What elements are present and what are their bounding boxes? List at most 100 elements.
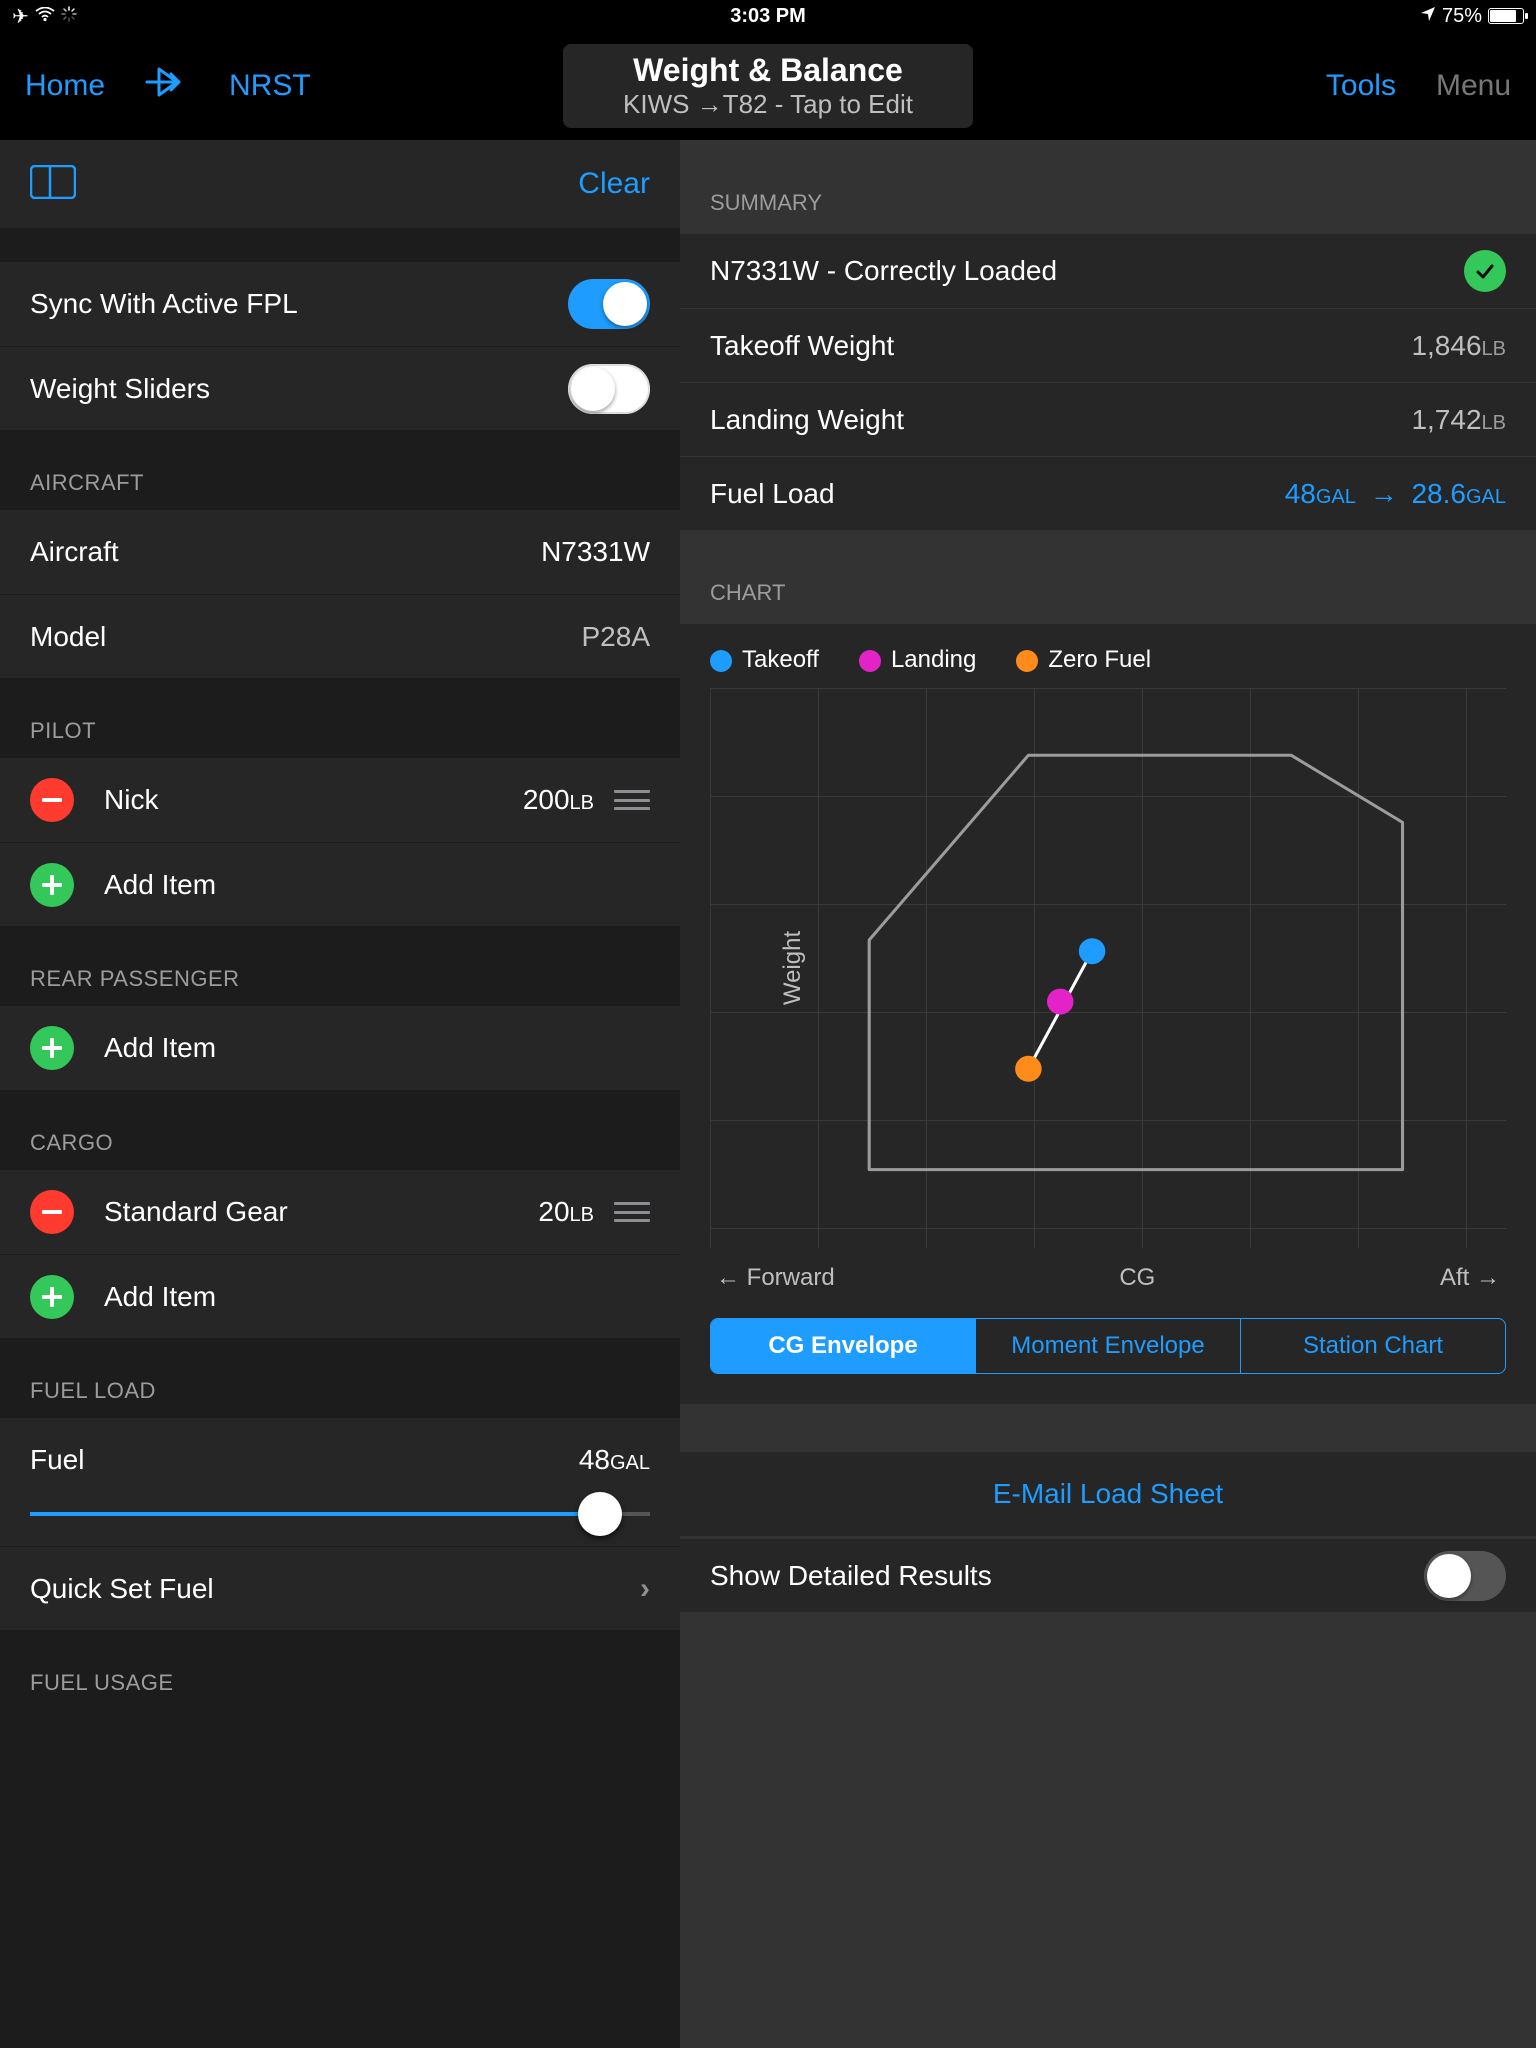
page-subtitle: KIWS →T82 - Tap to Edit	[623, 89, 913, 120]
pilot-row[interactable]: Nick 200LB	[0, 758, 680, 842]
home-button[interactable]: Home	[25, 69, 105, 103]
add-pilot-label: Add Item	[104, 869, 650, 901]
nrst-button[interactable]: NRST	[229, 69, 311, 103]
direct-to-button[interactable]	[145, 67, 189, 105]
takeoff-dot-icon	[710, 650, 732, 672]
right-pane: SUMMARY N7331W - Correctly Loaded Takeof…	[680, 140, 1536, 2048]
model-value: P28A	[582, 621, 651, 653]
fuel-load-header: FUEL LOAD	[0, 1338, 680, 1418]
chart-legend: Takeoff Landing Zero Fuel	[710, 646, 1506, 674]
fuel-slider[interactable]	[0, 1502, 680, 1546]
loading-spinner-icon	[61, 5, 77, 28]
battery-icon	[1488, 8, 1524, 24]
aircraft-value: N7331W	[541, 536, 650, 568]
status-time: 3:03 PM	[212, 5, 1324, 28]
nav-bar: Home NRST Weight & Balance KIWS →T82 - T…	[0, 32, 1536, 140]
chevron-right-icon: ›	[640, 1572, 650, 1606]
pilot-header: PILOT	[0, 678, 680, 758]
status-row: N7331W - Correctly Loaded	[680, 234, 1536, 308]
add-cargo-button[interactable]	[30, 1275, 74, 1319]
page-title: Weight & Balance	[623, 52, 913, 89]
landing-weight-label: Landing Weight	[710, 404, 1411, 436]
arrow-right-icon: →	[1370, 478, 1398, 509]
takeoff-weight-label: Takeoff Weight	[710, 330, 1411, 362]
add-rear-passenger-row[interactable]: Add Item	[0, 1006, 680, 1090]
fuel-label: Fuel	[30, 1444, 579, 1476]
x-aft-label: Aft →	[1440, 1264, 1500, 1292]
pilot-weight: 200	[523, 784, 570, 815]
fuel-unit: GAL	[610, 1452, 650, 1474]
seg-station-chart[interactable]: Station Chart	[1240, 1319, 1505, 1373]
fuel-to-unit: GAL	[1466, 486, 1506, 508]
cargo-weight: 20	[538, 1196, 569, 1227]
chart-area[interactable]: Weight	[710, 688, 1506, 1248]
takeoff-weight-value: 1,846	[1411, 330, 1481, 361]
zerofuel-dot-icon	[1016, 650, 1038, 672]
summary-header: SUMMARY	[680, 140, 1536, 234]
takeoff-weight-row: Takeoff Weight 1,846LB	[680, 308, 1536, 382]
legend-zerofuel: Zero Fuel	[1048, 646, 1151, 673]
status-right: 75%	[1324, 5, 1524, 28]
email-load-sheet-label: E-Mail Load Sheet	[993, 1478, 1223, 1510]
detailed-results-label: Show Detailed Results	[710, 1560, 1424, 1592]
status-left: ✈︎	[12, 4, 212, 29]
add-rear-passenger-button[interactable]	[30, 1026, 74, 1070]
fuel-from-value: 48	[1285, 478, 1316, 509]
fuel-value: 48	[579, 1444, 610, 1475]
fuel-load-label: Fuel Load	[710, 478, 1285, 510]
remove-cargo-button[interactable]	[30, 1190, 74, 1234]
fuel-slider-knob[interactable]	[578, 1492, 622, 1536]
airplane-mode-icon: ✈︎	[12, 4, 29, 29]
landing-dot-icon	[859, 650, 881, 672]
aircraft-label: Aircraft	[30, 536, 541, 568]
fuel-to-value: 28.6	[1411, 478, 1466, 509]
add-pilot-row[interactable]: Add Item	[0, 842, 680, 926]
cargo-row[interactable]: Standard Gear 20LB	[0, 1170, 680, 1254]
x-cg-label: CG	[1119, 1264, 1155, 1292]
sync-fpl-toggle[interactable]	[568, 279, 650, 329]
model-row[interactable]: Model P28A	[0, 594, 680, 678]
status-bar: ✈︎ 3:03 PM 75%	[0, 0, 1536, 32]
quick-set-fuel-row[interactable]: Quick Set Fuel ›	[0, 1546, 680, 1630]
battery-percent: 75%	[1442, 5, 1482, 28]
cargo-header: CARGO	[0, 1090, 680, 1170]
detailed-results-toggle[interactable]	[1424, 1551, 1506, 1601]
sync-fpl-label: Sync With Active FPL	[30, 288, 568, 320]
add-cargo-row[interactable]: Add Item	[0, 1254, 680, 1338]
page-title-area[interactable]: Weight & Balance KIWS →T82 - Tap to Edit	[563, 44, 973, 128]
add-cargo-label: Add Item	[104, 1281, 650, 1313]
model-label: Model	[30, 621, 582, 653]
seg-cg-envelope[interactable]: CG Envelope	[711, 1319, 975, 1373]
weight-sliders-label: Weight Sliders	[30, 373, 568, 405]
email-load-sheet-button[interactable]: E-Mail Load Sheet	[680, 1452, 1536, 1536]
aircraft-header: AIRCRAFT	[0, 430, 680, 510]
clear-button[interactable]: Clear	[578, 167, 650, 201]
add-pilot-button[interactable]	[30, 863, 74, 907]
status-ok-icon	[1464, 250, 1506, 292]
legend-takeoff: Takeoff	[742, 646, 819, 673]
split-view-button[interactable]	[30, 165, 76, 204]
landing-weight-value: 1,742	[1411, 404, 1481, 435]
reorder-handle-icon[interactable]	[614, 790, 650, 810]
pilot-weight-unit: LB	[570, 792, 594, 814]
chart-header: CHART	[680, 530, 1536, 624]
legend-landing: Landing	[891, 646, 976, 673]
fuel-load-row[interactable]: Fuel Load 48GAL → 28.6GAL	[680, 456, 1536, 530]
landing-weight-unit: LB	[1482, 412, 1506, 434]
fuel-row[interactable]: Fuel 48GAL	[0, 1418, 680, 1502]
rear-passenger-header: REAR PASSENGER	[0, 926, 680, 1006]
chart-x-axis: ← Forward CG Aft →	[710, 1264, 1506, 1292]
detailed-results-row: Show Detailed Results	[680, 1538, 1536, 1612]
chart-type-segment[interactable]: CG Envelope Moment Envelope Station Char…	[710, 1318, 1506, 1374]
menu-button[interactable]: Menu	[1436, 69, 1511, 103]
remove-pilot-button[interactable]	[30, 778, 74, 822]
seg-moment-envelope[interactable]: Moment Envelope	[975, 1319, 1240, 1373]
landing-weight-row: Landing Weight 1,742LB	[680, 382, 1536, 456]
weight-sliders-toggle[interactable]	[568, 364, 650, 414]
x-forward-label: ← Forward	[716, 1264, 835, 1292]
reorder-handle-icon[interactable]	[614, 1202, 650, 1222]
cg-envelope-plot	[710, 688, 1506, 1248]
tools-button[interactable]: Tools	[1326, 69, 1396, 103]
quick-set-fuel-label: Quick Set Fuel	[30, 1573, 640, 1605]
aircraft-row[interactable]: Aircraft N7331W	[0, 510, 680, 594]
